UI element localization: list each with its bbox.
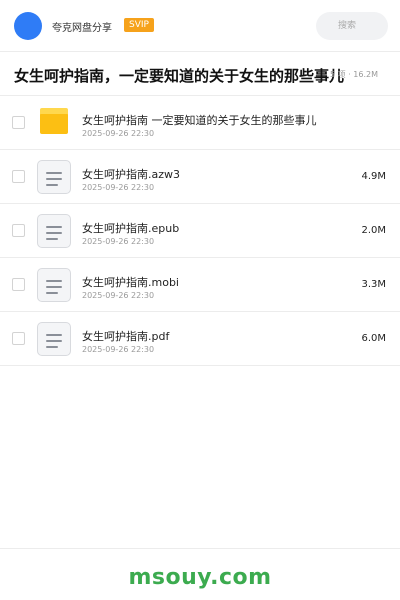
item-checkbox[interactable] — [12, 170, 25, 183]
document-icon — [37, 160, 71, 194]
list-item[interactable]: 女生呵护指南.mobi 2025-09-26 22:30 3.3M — [0, 258, 400, 312]
file-size: 2.0M — [361, 225, 386, 236]
list-item[interactable]: 女生呵护指南.epub 2025-09-26 22:30 2.0M — [0, 204, 400, 258]
list-item[interactable]: 女生呵护指南.pdf 2025-09-26 22:30 6.0M — [0, 312, 400, 366]
watermark-text: msouy.com — [128, 565, 272, 590]
share-title-bar: 女生呵护指南，一定要知道的关于女生的那些事儿 5 项 · 16.2M — [0, 52, 400, 96]
list-item[interactable]: 女生呵护指南.azw3 2025-09-26 22:30 4.9M — [0, 150, 400, 204]
file-name[interactable]: 女生呵护指南.azw3 — [82, 166, 180, 182]
file-date: 2025-09-26 22:30 — [82, 291, 155, 300]
avatar[interactable] — [14, 12, 42, 40]
file-list: 女生呵护指南 一定要知道的关于女生的那些事儿 2025-09-26 22:30 … — [0, 96, 400, 366]
file-size: 3.3M — [361, 279, 386, 290]
file-date: 2025-09-26 22:30 — [82, 345, 155, 354]
header-bar: 夸克网盘分享 SVIP 搜索 — [0, 0, 400, 52]
file-name[interactable]: 女生呵护指南.epub — [82, 220, 179, 236]
file-name[interactable]: 女生呵护指南.pdf — [82, 328, 169, 344]
item-checkbox[interactable] — [12, 224, 25, 237]
file-date: 2025-09-26 22:30 — [82, 183, 155, 192]
share-meta: 5 项 · 16.2M — [330, 70, 378, 79]
search-input[interactable]: 搜索 — [316, 12, 388, 40]
footer-bar: msouy.com — [0, 548, 400, 600]
folder-icon — [40, 108, 68, 134]
item-checkbox[interactable] — [12, 278, 25, 291]
list-item[interactable]: 女生呵护指南 一定要知道的关于女生的那些事儿 2025-09-26 22:30 — [0, 96, 400, 150]
file-name[interactable]: 女生呵护指南.mobi — [82, 274, 179, 290]
app-name: 夸克网盘分享 — [52, 23, 112, 34]
file-name[interactable]: 女生呵护指南 一定要知道的关于女生的那些事儿 — [82, 112, 317, 128]
file-size: 6.0M — [361, 333, 386, 344]
page-title: 女生呵护指南，一定要知道的关于女生的那些事儿 — [14, 67, 344, 85]
item-checkbox[interactable] — [12, 332, 25, 345]
document-icon — [37, 322, 71, 356]
svip-badge: SVIP — [124, 18, 154, 32]
item-checkbox[interactable] — [12, 116, 25, 129]
document-icon — [37, 214, 71, 248]
file-date: 2025-09-26 22:30 — [82, 237, 155, 246]
file-date: 2025-09-26 22:30 — [82, 129, 155, 138]
document-icon — [37, 268, 71, 302]
file-size: 4.9M — [361, 171, 386, 182]
